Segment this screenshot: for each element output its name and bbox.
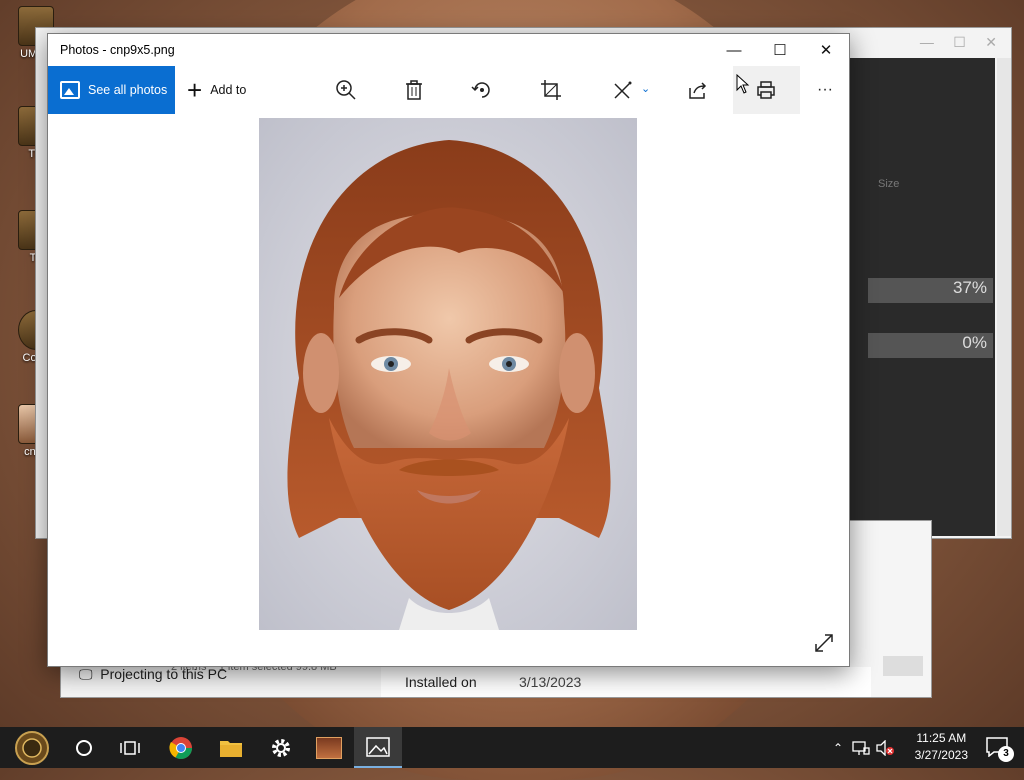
rotate-icon xyxy=(471,82,490,98)
taskbar-chrome[interactable] xyxy=(158,727,204,768)
task-view-icon xyxy=(120,740,140,755)
close-button[interactable]: ✕ xyxy=(803,34,849,66)
scrollbar[interactable] xyxy=(997,58,1011,536)
mouse-cursor-icon xyxy=(736,74,750,94)
photo-gallery-icon xyxy=(60,81,80,99)
portrait-image xyxy=(259,118,637,630)
window-title: Photos - cnp9x5.png xyxy=(60,43,175,57)
photos-app-window: Photos - cnp9x5.png — ☐ ✕ See all photos… xyxy=(47,33,850,667)
volume-button[interactable] xyxy=(874,727,896,768)
network-button[interactable] xyxy=(850,727,872,768)
photos-icon xyxy=(366,736,390,757)
size-column-label: Size xyxy=(878,178,900,190)
add-to-label: Add to xyxy=(210,83,247,97)
percent-text: 37% xyxy=(952,278,987,297)
task-view-button[interactable] xyxy=(108,727,152,768)
bg-dark-panel: Size 37% 0% xyxy=(848,58,995,536)
installed-on-row: Installed on 3/13/2023 xyxy=(381,667,871,697)
clock-time: 11:25 AM xyxy=(916,731,967,745)
network-icon xyxy=(852,740,870,755)
chevron-down-icon[interactable]: ⌄ xyxy=(641,82,650,95)
search-button[interactable] xyxy=(62,727,106,768)
plus-icon: + xyxy=(187,75,203,105)
taskbar-photos[interactable] xyxy=(354,727,402,768)
projecting-row[interactable]: 🖵 Projecting to this PC xyxy=(79,666,227,683)
cortana-circle-icon xyxy=(76,739,92,756)
folder-icon xyxy=(220,740,242,757)
notification-badge: 3 xyxy=(998,746,1014,762)
photo-viewer-image[interactable] xyxy=(259,118,637,630)
share-button[interactable] xyxy=(686,78,710,102)
minimize-button[interactable]: — xyxy=(711,34,757,66)
gear-icon xyxy=(272,738,290,757)
crop-button[interactable] xyxy=(539,78,563,102)
see-all-photos-button[interactable]: See all photos xyxy=(48,66,175,114)
title-bar[interactable]: Photos - cnp9x5.png — ☐ ✕ xyxy=(48,34,849,66)
taskbar-settings[interactable] xyxy=(258,727,304,768)
fullscreen-button[interactable] xyxy=(813,632,835,654)
projecting-label: Projecting to this PC xyxy=(100,666,228,682)
start-orb-icon xyxy=(15,730,49,765)
taskbar-media-app[interactable] xyxy=(306,727,352,768)
crop-icon xyxy=(541,80,561,100)
projecting-icon: 🖵 xyxy=(79,666,93,682)
maximize-icon: ☐ xyxy=(773,42,787,59)
bg-window-controls: — ☐ ✕ xyxy=(919,34,997,50)
share-icon xyxy=(689,82,707,99)
show-hidden-icons-button[interactable]: ⌃ xyxy=(828,727,848,768)
close-icon: ✕ xyxy=(819,42,833,59)
installed-date: 3/13/2023 xyxy=(519,674,582,690)
minimize-icon: — xyxy=(726,41,742,59)
more-options-button[interactable]: ··· xyxy=(813,78,837,102)
clock-date: 3/27/2023 xyxy=(914,748,968,762)
rotate-button[interactable] xyxy=(470,78,494,102)
media-app-icon xyxy=(316,736,342,759)
photos-toolbar: See all photos + Add to ⌄ ··· xyxy=(48,66,849,114)
print-button[interactable] xyxy=(754,78,778,102)
delete-button[interactable] xyxy=(402,78,426,102)
more-icon: ··· xyxy=(817,81,833,98)
maximize-button[interactable]: ☐ xyxy=(757,34,803,66)
chevron-up-icon: ⌃ xyxy=(832,740,844,755)
clock[interactable]: 11:25 AM 3/27/2023 xyxy=(915,730,968,764)
edit-magic-icon xyxy=(614,81,632,99)
percent-text: 0% xyxy=(962,333,987,352)
volume-muted-icon xyxy=(876,739,894,756)
progress-0: 0% xyxy=(868,333,993,358)
zoom-button[interactable] xyxy=(334,78,358,102)
zoom-in-icon xyxy=(336,80,356,100)
progress-37: 37% xyxy=(868,278,993,303)
see-all-label: See all photos xyxy=(88,83,168,97)
installed-label: Installed on xyxy=(405,674,477,690)
view-toggle[interactable] xyxy=(883,656,923,676)
edit-create-button[interactable] xyxy=(611,78,635,102)
taskbar-file-explorer[interactable] xyxy=(208,727,254,768)
chrome-icon xyxy=(169,736,192,759)
taskbar: ⌃ 11:25 AM 3/27/2023 3 xyxy=(0,727,1024,768)
add-to-button[interactable]: + Add to xyxy=(187,75,247,105)
printer-icon xyxy=(757,81,775,99)
expand-icon xyxy=(815,634,833,652)
trash-icon xyxy=(406,80,422,100)
start-button[interactable] xyxy=(8,727,56,768)
